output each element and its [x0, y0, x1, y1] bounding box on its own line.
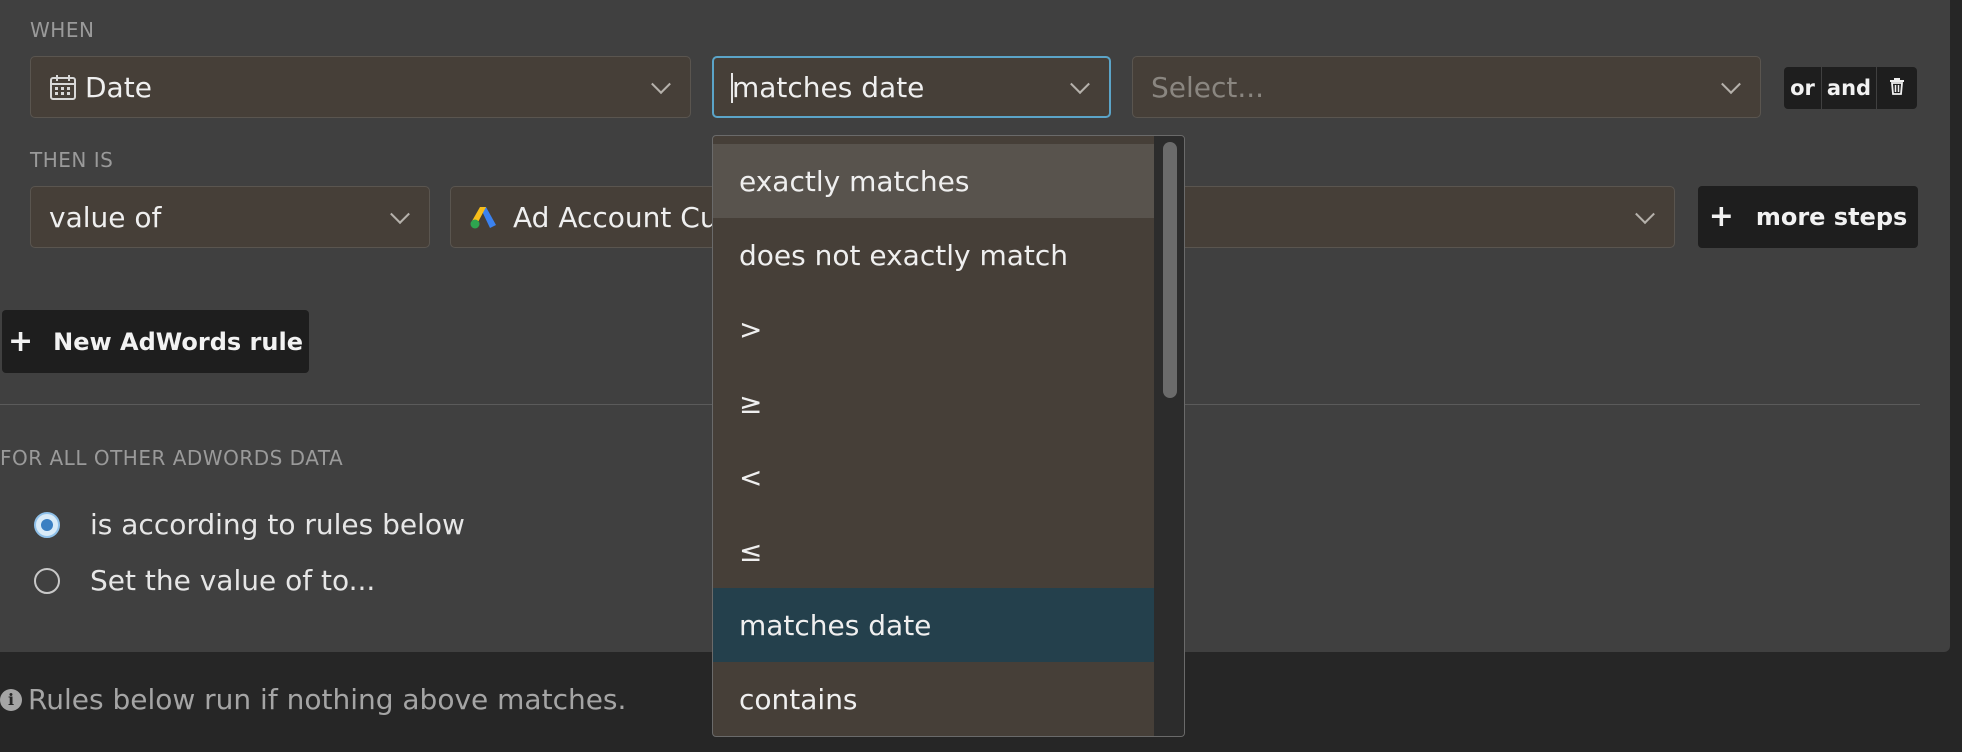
then-mode-select[interactable]: value of — [30, 186, 430, 248]
operator-dropdown-menu[interactable]: exactly matches does not exactly match > ≥ <… — [712, 135, 1185, 737]
chevron-down-icon — [1635, 204, 1655, 225]
radio-button[interactable] — [34, 511, 60, 538]
operator-option[interactable]: < — [713, 440, 1154, 514]
operator-option-list: exactly matches does not exactly match > ≥ <… — [713, 144, 1154, 736]
plus-icon: + — [1708, 199, 1734, 234]
calendar-icon — [49, 73, 77, 101]
new-rule-label: New AdWords rule — [53, 327, 303, 356]
delete-condition-button[interactable] — [1877, 67, 1917, 109]
operator-select[interactable]: matches date — [712, 56, 1111, 118]
chevron-down-icon — [1721, 74, 1741, 95]
radio-label: Set the value of to... — [90, 564, 376, 597]
operator-option[interactable]: exactly matches — [713, 144, 1154, 218]
info-text: Rules below run if nothing above matches… — [28, 683, 627, 716]
radio-label: is according to rules below — [90, 508, 465, 541]
dropdown-scrollbar[interactable] — [1154, 136, 1184, 736]
radio-option-set-value[interactable]: Set the value of to... — [34, 564, 375, 597]
info-icon: i — [0, 688, 22, 711]
dropdown-scrollbar-thumb[interactable] — [1163, 142, 1177, 398]
then-mode-value: value of — [49, 200, 162, 234]
more-steps-button[interactable]: + more steps — [1698, 186, 1918, 248]
value-select-placeholder: Select... — [1151, 70, 1265, 104]
value-select[interactable]: Select... — [1132, 56, 1761, 118]
radio-option-rules-below[interactable]: is according to rules below — [34, 508, 465, 541]
field-select[interactable]: Date — [30, 56, 691, 118]
trash-icon — [1889, 77, 1905, 99]
plus-icon: + — [8, 323, 34, 359]
when-label: WHEN — [30, 18, 95, 42]
chevron-down-icon — [390, 204, 410, 225]
or-button[interactable]: or — [1784, 67, 1821, 109]
info-message: i Rules below run if nothing above match… — [0, 683, 626, 716]
operator-option[interactable]: ≥ — [713, 366, 1154, 440]
operator-option[interactable]: does not exactly match — [713, 218, 1154, 292]
source-field-value: Ad Account Cust — [513, 200, 744, 234]
radio-button[interactable] — [34, 567, 60, 594]
chevron-down-icon — [651, 74, 671, 95]
operator-option[interactable]: ≤ — [713, 514, 1154, 588]
more-steps-label: more steps — [1755, 203, 1908, 231]
and-button[interactable]: and — [1822, 67, 1876, 109]
other-data-label: FOR ALL OTHER ADWORDS DATA — [0, 446, 344, 470]
new-adwords-rule-button[interactable]: + New AdWords rule — [2, 310, 309, 373]
operator-select-value: matches date — [732, 70, 925, 104]
google-ads-icon — [469, 204, 505, 230]
chevron-down-icon — [1070, 74, 1090, 95]
field-select-value: Date — [85, 70, 152, 104]
then-label: THEN IS — [30, 148, 114, 172]
operator-option[interactable]: contains — [713, 662, 1154, 736]
operator-option[interactable]: matches date — [713, 588, 1154, 662]
operator-option[interactable]: > — [713, 292, 1154, 366]
text-cursor — [731, 73, 733, 103]
